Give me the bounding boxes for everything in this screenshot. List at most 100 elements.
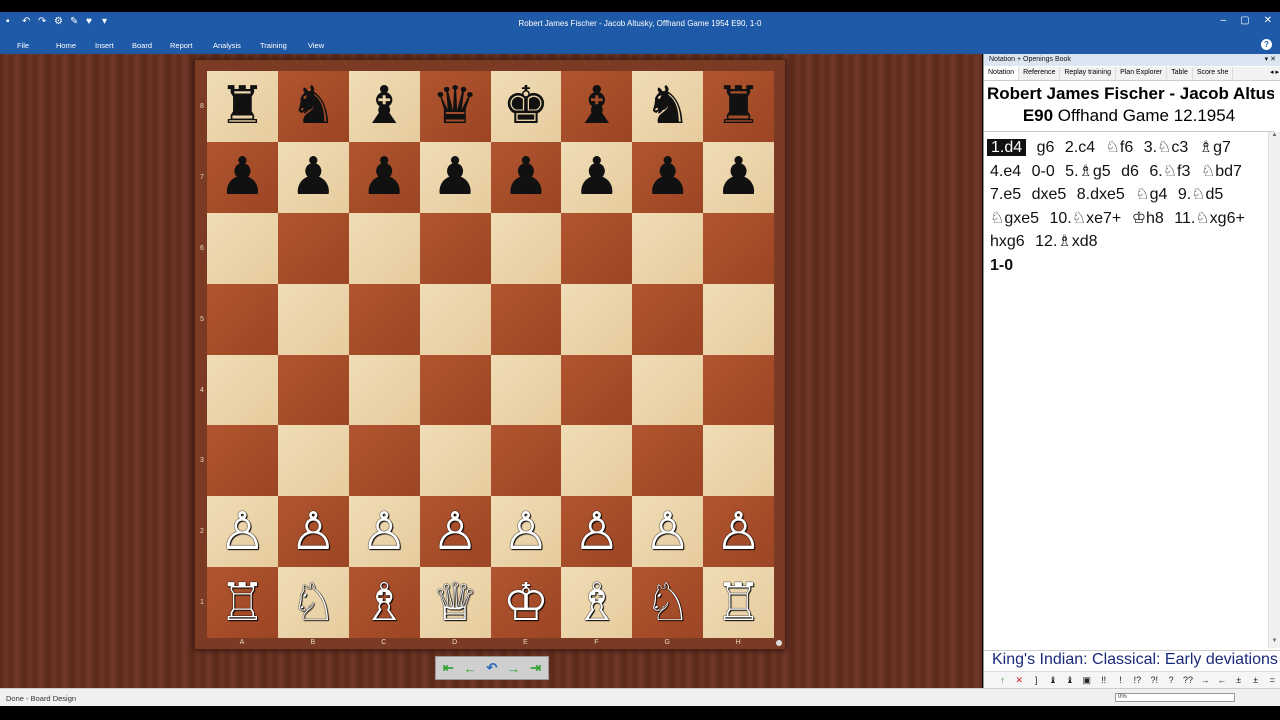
takeback-button[interactable]: ↶ — [487, 660, 498, 676]
annotation-symbol-button[interactable]: !! — [1095, 675, 1112, 685]
move[interactable]: 8.dxe5 — [1077, 186, 1125, 203]
chess-piece[interactable]: ♜ — [715, 80, 762, 132]
close-button[interactable]: ✕ — [1264, 15, 1272, 26]
move[interactable]: 6.♘f3 — [1149, 163, 1190, 180]
chess-piece[interactable]: ♛ — [432, 80, 479, 132]
move[interactable]: 4.e4 — [990, 163, 1021, 180]
square-a8[interactable]: ♜ — [207, 71, 278, 142]
chess-piece[interactable]: ♙ — [219, 506, 266, 558]
move[interactable]: dxe5 — [1032, 186, 1067, 203]
next-move-button[interactable]: → — [507, 661, 520, 676]
square-d8[interactable]: ♛ — [419, 71, 491, 142]
square-e4[interactable] — [490, 354, 562, 426]
annotation-symbol-button[interactable]: ?? — [1180, 675, 1197, 685]
square-g3[interactable] — [632, 425, 704, 497]
chess-piece[interactable]: ♙ — [290, 506, 337, 558]
annotation-symbol-button[interactable]: ? — [1163, 675, 1180, 685]
square-h8[interactable]: ♜ — [703, 71, 774, 142]
chess-piece[interactable]: ♙ — [432, 506, 479, 558]
move[interactable]: ♘bd7 — [1201, 163, 1242, 180]
move[interactable]: ♘g4 — [1135, 186, 1167, 203]
square-f6[interactable] — [561, 212, 633, 284]
tab-plan-explorer[interactable]: Plan Explorer — [1116, 67, 1168, 80]
tab-table[interactable]: Table — [1167, 67, 1193, 80]
move[interactable]: g6 — [1037, 139, 1055, 156]
square-a6[interactable] — [207, 212, 278, 284]
square-h4[interactable] — [703, 354, 774, 426]
tab-reference[interactable]: Reference — [1019, 67, 1061, 80]
square-a4[interactable] — [207, 354, 278, 426]
square-c6[interactable] — [348, 212, 420, 284]
move[interactable]: 2.c4 — [1065, 139, 1095, 156]
square-d6[interactable] — [419, 212, 491, 284]
square-b4[interactable] — [277, 354, 349, 426]
square-c4[interactable] — [348, 354, 420, 426]
square-a1[interactable]: ♖ — [207, 567, 278, 638]
move[interactable]: 1.d4 — [987, 139, 1027, 156]
chess-piece[interactable]: ♙ — [361, 506, 408, 558]
move[interactable]: 11.♘xg6+ — [1174, 210, 1245, 227]
square-g1[interactable]: ♘ — [632, 567, 704, 638]
menu-report[interactable]: Report — [170, 41, 213, 50]
square-c1[interactable]: ♗ — [348, 567, 420, 638]
square-e7[interactable]: ♟ — [490, 141, 562, 213]
board-resize-handle[interactable] — [776, 640, 782, 646]
square-g5[interactable] — [632, 283, 704, 355]
square-c2[interactable]: ♙ — [348, 496, 420, 568]
tab-notation[interactable]: Notation — [984, 67, 1020, 80]
chess-piece[interactable]: ♙ — [715, 506, 762, 558]
square-b8[interactable]: ♞ — [277, 71, 349, 142]
square-b7[interactable]: ♟ — [277, 141, 349, 213]
square-h1[interactable]: ♖ — [703, 567, 774, 638]
chess-piece[interactable]: ♙ — [503, 506, 550, 558]
chess-piece[interactable]: ♟ — [361, 151, 408, 203]
chess-piece[interactable]: ♙ — [574, 506, 621, 558]
square-h7[interactable]: ♟ — [703, 141, 774, 213]
annotation-symbol-button[interactable]: ± — [1247, 675, 1264, 685]
chess-piece[interactable]: ♚ — [503, 80, 550, 132]
square-h5[interactable] — [703, 283, 774, 355]
annotation-symbol-button[interactable]: ] — [1028, 675, 1045, 685]
square-d2[interactable]: ♙ — [419, 496, 491, 568]
square-a3[interactable] — [207, 425, 278, 497]
panel-controls[interactable]: ▾ ✕ — [1265, 55, 1276, 63]
square-d1[interactable]: ♕ — [419, 567, 491, 638]
chess-piece[interactable]: ♗ — [574, 577, 621, 629]
chess-piece[interactable]: ♜ — [219, 80, 266, 132]
square-g8[interactable]: ♞ — [632, 71, 704, 142]
annotation-symbol-button[interactable]: ! — [1112, 675, 1129, 685]
square-g4[interactable] — [632, 354, 704, 426]
menu-insert[interactable]: Insert — [95, 41, 132, 50]
square-f8[interactable]: ♝ — [561, 71, 633, 142]
annotation-symbol-button[interactable]: ♝ — [1062, 675, 1079, 686]
square-c3[interactable] — [348, 425, 420, 497]
square-b2[interactable]: ♙ — [277, 496, 349, 568]
square-f1[interactable]: ♗ — [561, 567, 633, 638]
chess-piece[interactable]: ♟ — [432, 151, 479, 203]
chess-piece[interactable]: ♘ — [290, 577, 337, 629]
move[interactable]: ♘gxe5 — [990, 210, 1039, 227]
square-h6[interactable] — [703, 212, 774, 284]
square-e1[interactable]: ♔ — [490, 567, 562, 638]
chess-board[interactable]: ♜ ♞ ♝ ♛ ♚ ♝ ♞ ♜ ♟ ♟ ♟ ♟ ♟ ♟ ♟ ♟ ♙ ♙ ♙ ♙ ♙ ♙ ♙ ♙ ♖ ♘ ♗ ♕ ♔ ♗ ♘ ♖ — [207, 71, 774, 638]
move[interactable]: 9.♘d5 — [1178, 186, 1223, 203]
square-e6[interactable] — [490, 212, 562, 284]
menu-training[interactable]: Training — [260, 41, 308, 50]
move[interactable]: hxg6 — [990, 233, 1025, 250]
chess-piece[interactable]: ♟ — [290, 151, 337, 203]
menu-analysis[interactable]: Analysis — [213, 41, 260, 50]
chess-piece[interactable]: ♟ — [574, 151, 621, 203]
last-move-button[interactable]: ⇥ — [530, 660, 541, 676]
square-c7[interactable]: ♟ — [348, 141, 420, 213]
tab-replay-training[interactable]: Replay training — [1060, 67, 1117, 80]
square-c5[interactable] — [348, 283, 420, 355]
move[interactable]: 5.♗g5 — [1065, 163, 1110, 180]
square-e8[interactable]: ♚ — [490, 71, 562, 142]
move[interactable]: 3.♘c3 — [1144, 139, 1189, 156]
move[interactable]: ♔h8 — [1132, 210, 1164, 227]
scroll-down-arrow[interactable]: ▼ — [1269, 638, 1280, 648]
square-f7[interactable]: ♟ — [561, 141, 633, 213]
move[interactable]: 0-0 — [1032, 163, 1055, 180]
square-d7[interactable]: ♟ — [419, 141, 491, 213]
square-a2[interactable]: ♙ — [207, 496, 278, 568]
